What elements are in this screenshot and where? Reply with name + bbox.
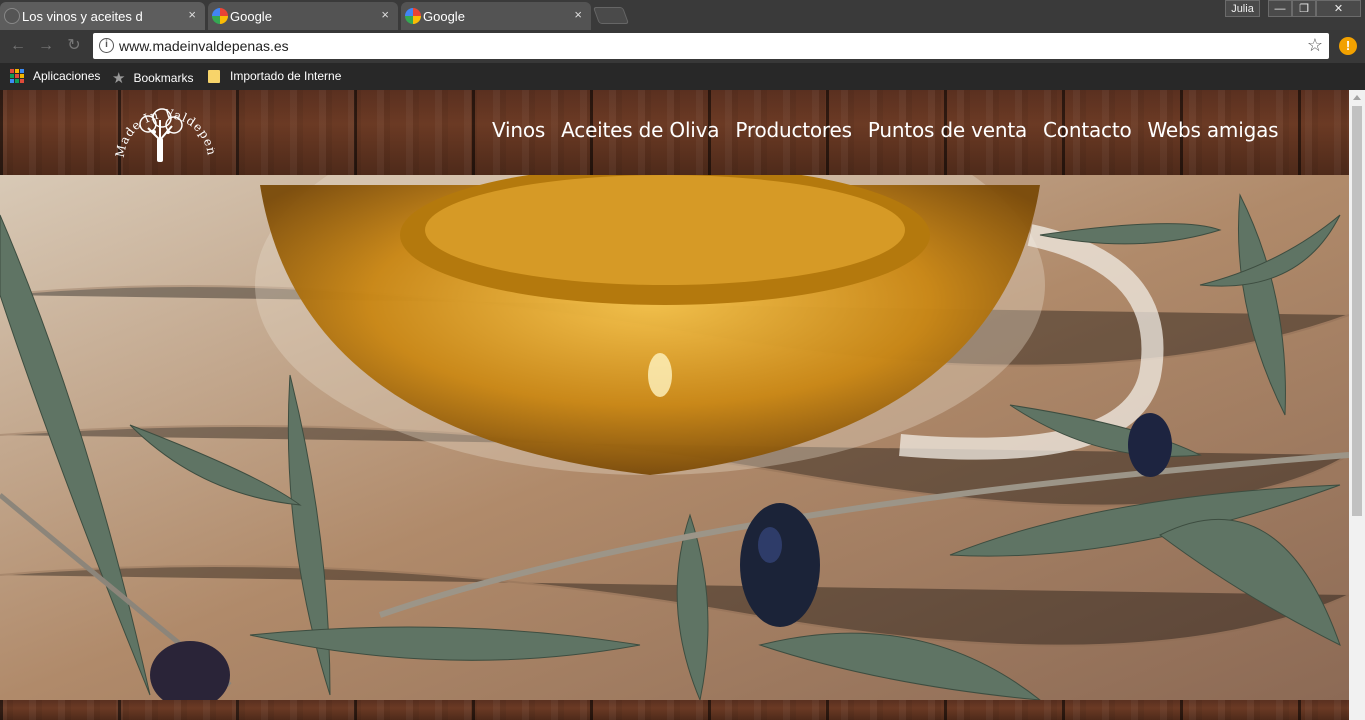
web-page: Made In Valdepeñas Vinos Aceites de Oliv…: [0, 90, 1349, 720]
wood-footer-strip: [0, 700, 1349, 720]
tab-title: Google: [423, 8, 465, 24]
tab-google-1[interactable]: Google ×: [208, 2, 398, 30]
site-header: Made In Valdepeñas Vinos Aceites de Oliv…: [0, 90, 1349, 175]
bookmark-label: Importado de Interne: [230, 69, 342, 83]
tab-close-icon[interactable]: ×: [574, 7, 582, 22]
bookmark-importado[interactable]: Importado de Interne: [208, 69, 348, 83]
apps-grid-icon: [10, 69, 24, 83]
tab-strip: Los vinos y aceites de Va × Google × Goo…: [0, 0, 1365, 30]
tab-los-vinos[interactable]: Los vinos y aceites de Va ×: [0, 2, 205, 30]
olive-oil-photo: [0, 175, 1349, 700]
address-bar[interactable]: i www.madeinvaldepenas.es ☆: [93, 33, 1329, 59]
nav-puntos-de-venta[interactable]: Puntos de venta: [868, 118, 1027, 142]
site-logo[interactable]: Made In Valdepeñas: [110, 94, 215, 172]
bookmark-label: Bookmarks: [133, 71, 194, 85]
maximize-button[interactable]: ❐: [1292, 0, 1316, 17]
extension-alert-icon[interactable]: !: [1339, 37, 1357, 55]
bookmark-bookmarks[interactable]: ★ Bookmarks: [112, 69, 193, 87]
google-icon: [405, 8, 421, 24]
main-nav: Vinos Aceites de Oliva Productores Punto…: [492, 118, 1294, 142]
back-arrow-icon[interactable]: ←: [8, 36, 28, 56]
profile-button[interactable]: Julia: [1225, 0, 1260, 17]
nav-vinos[interactable]: Vinos: [492, 118, 545, 142]
tab-title: Google: [230, 8, 272, 24]
info-icon[interactable]: i: [99, 38, 114, 53]
reload-icon[interactable]: ↻: [64, 36, 84, 56]
bookmark-apps[interactable]: Aplicaciones: [10, 69, 100, 83]
forward-arrow-icon[interactable]: →: [36, 36, 56, 56]
nav-productores[interactable]: Productores: [735, 118, 852, 142]
browser-toolbar: ← → ↻ i www.madeinvaldepenas.es ☆ !: [0, 30, 1365, 63]
new-tab-button[interactable]: [592, 7, 630, 24]
scroll-up-arrow-icon[interactable]: [1353, 95, 1361, 100]
tab-close-icon[interactable]: ×: [188, 7, 196, 22]
bookmarks-bar: Aplicaciones ★ Bookmarks Importado de In…: [0, 63, 1365, 90]
google-icon: [212, 8, 228, 24]
folder-icon: [208, 69, 220, 83]
scrollbar-thumb[interactable]: [1352, 106, 1362, 516]
tab-google-2[interactable]: Google ×: [401, 2, 591, 30]
hero-image: [0, 175, 1349, 700]
site-favicon-icon: [4, 8, 20, 24]
bookmark-label: Aplicaciones: [33, 69, 101, 83]
page-scrollbar[interactable]: [1349, 90, 1365, 720]
bookmark-star-icon[interactable]: ☆: [1307, 35, 1323, 56]
tab-title: Los vinos y aceites de Va: [22, 8, 142, 24]
tab-close-icon[interactable]: ×: [381, 7, 389, 22]
url-text[interactable]: www.madeinvaldepenas.es: [119, 38, 289, 54]
nav-aceites[interactable]: Aceites de Oliva: [561, 118, 719, 142]
minimize-button[interactable]: —: [1268, 0, 1292, 17]
star-icon: ★: [112, 70, 126, 87]
nav-webs-amigas[interactable]: Webs amigas: [1148, 118, 1279, 142]
nav-contacto[interactable]: Contacto: [1043, 118, 1132, 142]
close-window-button[interactable]: ✕: [1316, 0, 1361, 17]
